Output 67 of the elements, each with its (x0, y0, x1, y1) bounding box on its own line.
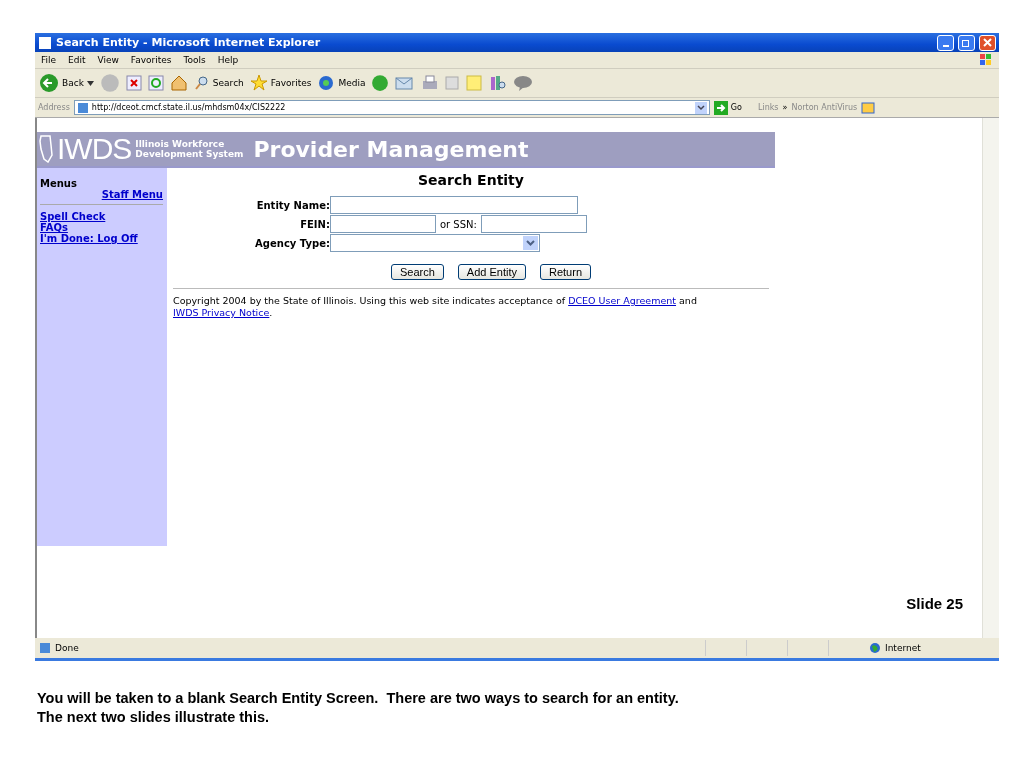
favorites-button[interactable]: Favorites (249, 74, 312, 92)
form-button[interactable]: Add Entity (457, 264, 526, 280)
speech-bubble-icon[interactable] (513, 74, 534, 92)
media-button[interactable]: Media (317, 74, 366, 92)
minimize-icon (942, 44, 949, 47)
restore-button[interactable] (958, 34, 975, 51)
slide-caption: You will be taken to a blank Search Entity Screen. There are two ways to search for an entity. The next two slides illustrate this. (37, 689, 680, 727)
sidebar-link[interactable]: Spell Check (40, 211, 163, 222)
more-links-chevron[interactable]: » (782, 103, 788, 112)
banner-subtitle: Development System (135, 149, 244, 159)
agency-type-dropdown[interactable] (329, 234, 540, 252)
ssn-field[interactable] (480, 215, 587, 233)
go-button[interactable]: Go (713, 100, 742, 115)
menu-item[interactable]: File (35, 55, 63, 65)
star-icon (249, 74, 268, 92)
field-label: Agency Type: (255, 237, 330, 249)
caret-icon (86, 80, 94, 86)
minimize-button[interactable] (937, 34, 954, 51)
search-icon (193, 75, 210, 91)
scrollbar[interactable] (982, 118, 999, 638)
menu-item[interactable]: Favorites (124, 55, 178, 65)
caret-icon (522, 236, 538, 250)
status-text: Done (55, 643, 80, 653)
mail-icon[interactable] (395, 75, 416, 91)
banner-subtitle: Illinois Workforce (135, 139, 226, 149)
entity-name-field[interactable] (329, 196, 578, 214)
copyright-notice: Copyright 2004 by the State of Illinois. Using this web site indicates acceptance of DCEO User Agreement and IWDS Privacy Notice. (173, 295, 698, 319)
research-icon[interactable] (489, 74, 508, 92)
field-label: Entity Name: (255, 199, 330, 211)
staff-menu-link[interactable]: Staff Menu (101, 189, 163, 200)
home-icon[interactable] (169, 74, 188, 92)
field-label: FEIN: (299, 218, 330, 230)
search-button[interactable]: Search (193, 75, 244, 91)
dropdown-icon[interactable] (694, 101, 707, 114)
fein-field[interactable] (329, 215, 436, 233)
window-title: Search Entity - Microsoft Internet Explorer (56, 36, 322, 49)
sidebar-link[interactable]: I'm Done: Log Off (40, 233, 163, 244)
stop-icon[interactable] (125, 75, 142, 91)
form-button[interactable]: Search (391, 264, 444, 280)
address-label: Address (38, 103, 70, 112)
restore-icon (962, 38, 971, 47)
form-button[interactable]: Return (540, 264, 591, 280)
notice-link[interactable]: DCEO User Agreement (568, 295, 677, 306)
zone-text: Internet (885, 643, 922, 653)
close-icon (983, 38, 992, 47)
url-text: http://dceot.cmcf.state.il.us/mhdsm04x/CIS2222 (91, 103, 287, 112)
close-button[interactable] (979, 34, 996, 51)
windows-logo-icon (979, 53, 993, 66)
form-title: Search Entity (418, 172, 524, 188)
print-icon[interactable] (421, 74, 440, 92)
globe-icon (869, 642, 881, 654)
arrow-icon (713, 100, 728, 115)
menu-item[interactable]: Edit (62, 55, 92, 65)
field-label: or SSN: (439, 218, 477, 230)
sidebar-link[interactable]: FAQs (40, 222, 163, 233)
back-button[interactable]: Back (39, 73, 94, 93)
globe-icon (317, 74, 336, 92)
menu-item[interactable]: View (91, 55, 125, 65)
slide-number: Slide 25 (906, 595, 963, 612)
sidebar-heading: Menus (40, 178, 78, 189)
menu-item[interactable]: Tools (177, 55, 212, 65)
logo-text: IWDS (57, 132, 132, 166)
banner-title: Provider Management (253, 136, 529, 162)
illinois-map-icon (39, 135, 53, 163)
menu-item[interactable]: Help (211, 55, 245, 65)
norton-icon[interactable] (861, 101, 876, 114)
address-field[interactable]: http://dceot.cmcf.state.il.us/mhdsm04x/CIS2222 (73, 100, 710, 115)
